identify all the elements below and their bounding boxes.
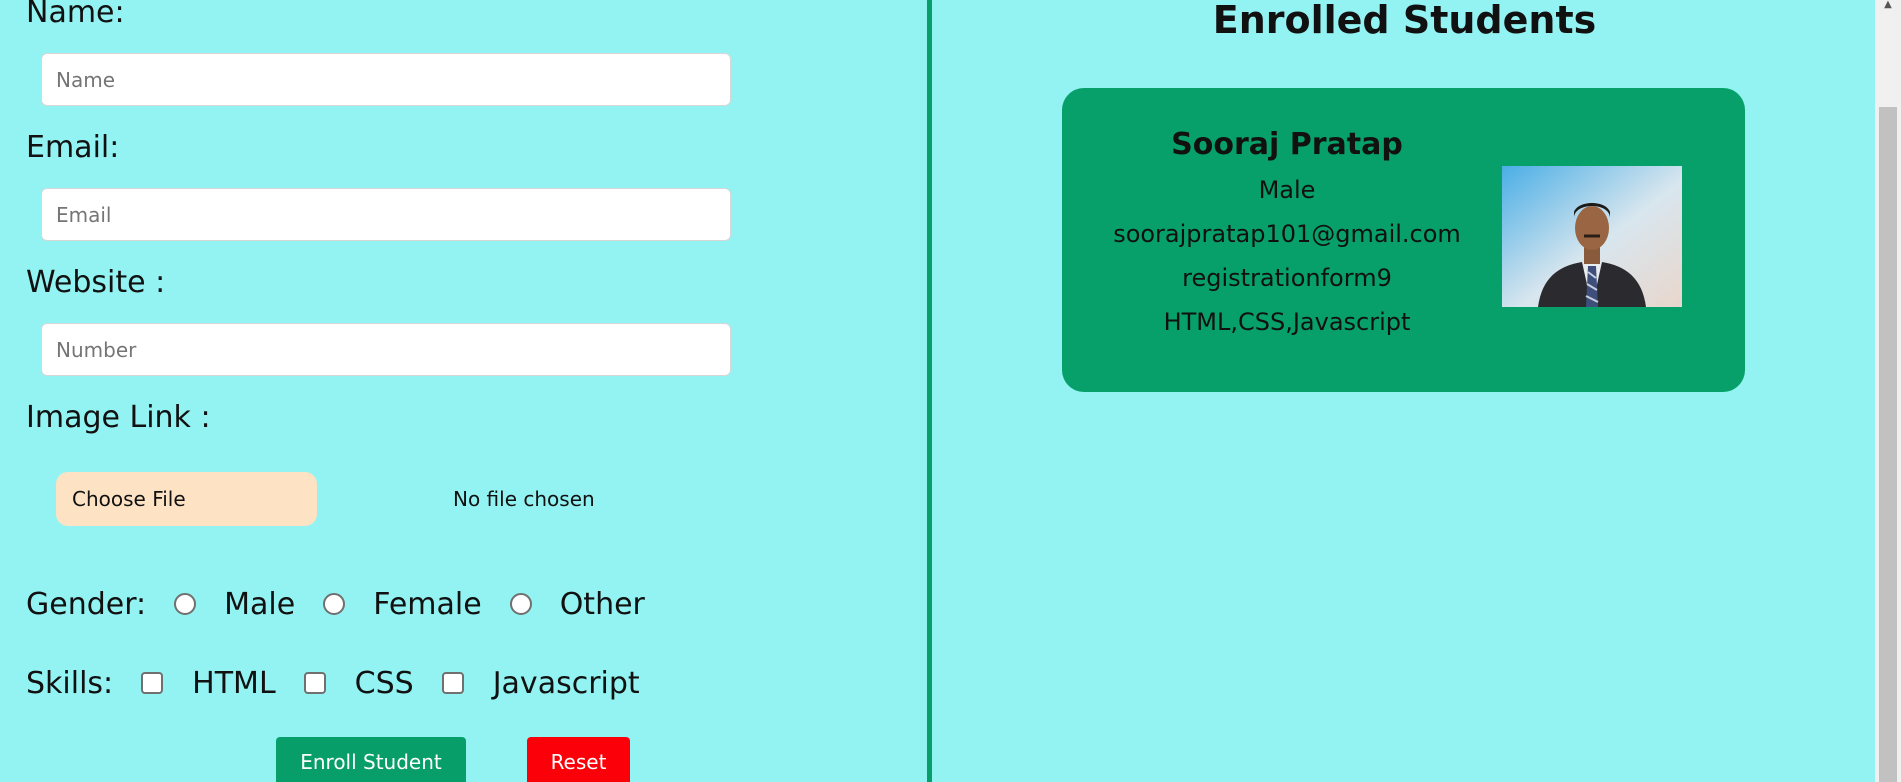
file-status-text: No file chosen [453,487,595,511]
choose-file-button[interactable]: Choose File [56,472,317,526]
gender-group: Gender: Male Female Other [26,584,673,624]
registration-form: Name: Email: Website : Image Link : Choo… [0,0,927,782]
scrollbar-thumb[interactable] [1879,107,1897,782]
skills-group: Skills: HTML CSS Javascript [26,663,668,703]
student-skills: HTML,CSS,Javascript [1163,308,1411,336]
skill-html-checkbox[interactable] [141,672,164,694]
image-file-picker: Choose File No file chosen [56,472,656,526]
student-name: Sooraj Pratap [1171,127,1403,162]
enroll-student-button[interactable]: Enroll Student [276,737,466,782]
student-email: soorajpratap101@gmail.com [1113,220,1461,248]
email-input[interactable] [41,188,731,241]
gender-male-radio[interactable] [174,593,197,615]
email-label: Email: [26,130,120,165]
student-info: Sooraj Pratap Male soorajpratap101@gmail… [1112,128,1462,344]
name-input[interactable] [41,53,731,106]
skill-javascript-label[interactable]: Javascript [493,666,640,701]
skill-javascript-checkbox[interactable] [441,672,464,694]
image-link-label: Image Link : [26,400,211,435]
student-website: registrationform9 [1182,264,1392,292]
enrolled-students-title: Enrolled Students [1212,0,1597,42]
student-photo [1502,166,1682,307]
gender-male-label[interactable]: Male [224,587,295,622]
gender-other-label[interactable]: Other [560,587,645,622]
skill-css-checkbox[interactable] [303,672,326,694]
gender-female-label[interactable]: Female [373,587,481,622]
website-label: Website : [26,265,166,300]
reset-button[interactable]: Reset [527,737,630,782]
student-gender: Male [1258,176,1316,204]
vertical-scrollbar[interactable]: ▲ [1875,0,1901,782]
name-label: Name: [26,0,125,30]
enrolled-students-panel: Enrolled Students Sooraj Pratap Male soo… [932,0,1875,782]
skill-css-label[interactable]: CSS [355,666,414,701]
skill-html-label[interactable]: HTML [192,666,275,701]
skills-label: Skills: [26,665,114,701]
gender-female-radio[interactable] [323,593,346,615]
gender-label: Gender: [26,586,147,622]
gender-other-radio[interactable] [509,593,532,615]
page: Name: Email: Website : Image Link : Choo… [0,0,1901,782]
scroll-up-arrow-icon[interactable]: ▲ [1875,0,1901,12]
website-input[interactable] [41,323,731,376]
student-card: Sooraj Pratap Male soorajpratap101@gmail… [1062,88,1745,392]
